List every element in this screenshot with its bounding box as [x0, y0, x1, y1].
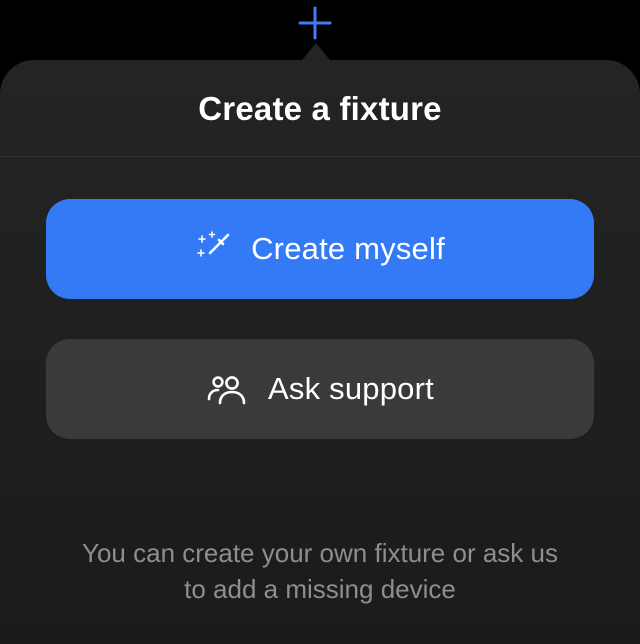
ask-support-button[interactable]: Ask support	[46, 339, 594, 439]
create-fixture-popover: Create a fixture	[0, 60, 640, 644]
popover-description: You can create your own fixture or ask u…	[46, 535, 594, 607]
popover-header: Create a fixture	[0, 60, 640, 157]
create-myself-button[interactable]: Create myself	[46, 199, 594, 299]
plus-icon	[298, 6, 332, 45]
add-button[interactable]	[270, 5, 360, 45]
popover-pointer	[298, 43, 334, 65]
create-myself-label: Create myself	[251, 231, 445, 267]
ask-support-label: Ask support	[268, 371, 434, 407]
magic-wand-icon	[195, 230, 233, 268]
popover-body: Create myself Ask support You can create…	[0, 157, 640, 607]
people-icon	[206, 372, 250, 406]
popover-title: Create a fixture	[0, 90, 640, 128]
